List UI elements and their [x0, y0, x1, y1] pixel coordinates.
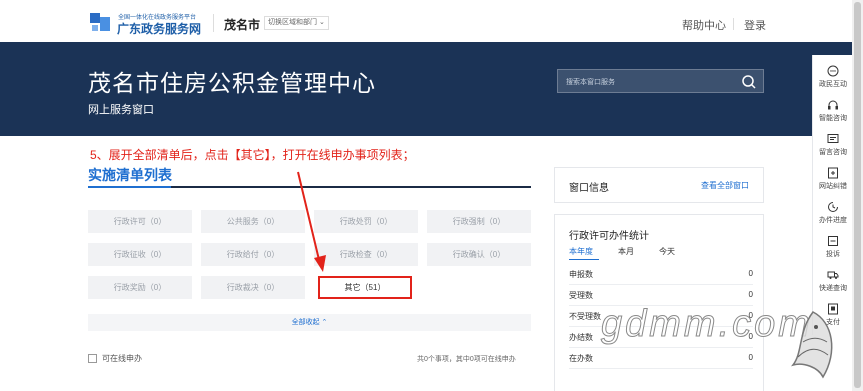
complaint-icon	[828, 236, 838, 246]
category-public-service[interactable]: 公共服务（0）	[201, 210, 305, 233]
stats-value: 0	[748, 311, 753, 320]
stats-row: 在办数 0	[569, 348, 753, 369]
truck-icon	[827, 271, 839, 279]
sidebar-item-express[interactable]: 快递查询	[813, 265, 853, 301]
switch-region-dropdown[interactable]: 切换区域和部门 ⌄	[264, 16, 329, 30]
category-other[interactable]: 其它（51）	[318, 276, 412, 299]
stats-row: 不受理数 0	[569, 306, 753, 327]
sidebar-item-progress[interactable]: 办件进度	[813, 197, 853, 233]
category-admin-enforcement[interactable]: 行政强制（0）	[427, 210, 531, 233]
message-icon	[827, 134, 839, 143]
current-city: 茂名市	[224, 18, 261, 32]
correction-icon	[828, 167, 838, 179]
search-icon[interactable]	[741, 74, 757, 90]
tab-today[interactable]: 今天	[659, 246, 675, 257]
switch-region-label: 切换区域和部门	[268, 19, 317, 26]
stats-label: 申报数	[569, 270, 593, 279]
sidebar-item-smart-consult[interactable]: 智能咨询	[813, 95, 853, 131]
stats-label: 办结数	[569, 333, 593, 342]
logo-title[interactable]: 广东政务服务网	[117, 20, 201, 37]
chat-icon	[827, 65, 839, 77]
scrollbar-thumb[interactable]	[854, 2, 861, 388]
stats-value: 0	[748, 332, 753, 341]
search-input[interactable]	[566, 75, 736, 89]
divider	[213, 14, 214, 32]
banner: 茂名市住房公积金管理中心 网上服务窗口	[0, 42, 852, 136]
sidebar-label: 政民互动	[819, 81, 847, 88]
collapse-all-button[interactable]: 全部收起 ⌃	[88, 314, 531, 331]
window-info-panel: 窗口信息 查看全部窗口	[554, 167, 764, 203]
category-admin-levy[interactable]: 行政征收（0）	[88, 243, 192, 266]
side-toolbar: 政民互动 智能咨询 留言咨询 网站纠错 办件进度 投诉 快递查询 支付	[812, 55, 852, 335]
stats-panel: 行政许可办件统计 本年度 本月 今天 申报数 0 受理数 0 不受理数 0 办结数 0 …	[554, 214, 764, 391]
category-admin-confirmation[interactable]: 行政确认（0）	[427, 243, 531, 266]
search-box	[557, 69, 764, 93]
stats-value: 0	[748, 269, 753, 278]
category-admin-reward[interactable]: 行政奖励（0）	[88, 276, 192, 299]
stats-row: 受理数 0	[569, 285, 753, 306]
category-admin-penalty[interactable]: 行政处罚（0）	[314, 210, 418, 233]
sidebar-label: 网站纠错	[819, 183, 847, 190]
stats-row: 办结数 0	[569, 327, 753, 348]
stats-value: 0	[748, 290, 753, 299]
active-tab-underline	[569, 259, 599, 260]
stats-value: 0	[748, 353, 753, 362]
progress-icon	[828, 202, 838, 212]
tab-this-month[interactable]: 本月	[618, 246, 634, 257]
sidebar-item-message[interactable]: 留言咨询	[813, 129, 853, 165]
list-title: 实施清单列表	[88, 167, 172, 183]
page-subtitle: 网上服务窗口	[88, 104, 154, 116]
online-only-filter[interactable]: 可在线申办	[88, 353, 142, 364]
category-admin-permit[interactable]: 行政许可（0）	[88, 210, 192, 233]
sidebar-label: 办件进度	[819, 217, 847, 224]
view-all-windows-link[interactable]: 查看全部窗口	[701, 180, 749, 191]
chevron-down-icon: ⌄	[318, 19, 325, 26]
pay-icon	[828, 303, 838, 315]
sidebar-item-correction[interactable]: 网站纠错	[813, 163, 853, 199]
sidebar-item-complaint[interactable]: 投诉	[813, 231, 853, 267]
headset-icon	[828, 100, 838, 110]
stats-label: 在办数	[569, 354, 593, 363]
sidebar-label: 支付	[826, 319, 840, 326]
stats-row: 申报数 0	[569, 264, 753, 285]
tab-this-year[interactable]: 本年度	[569, 246, 593, 257]
window-info-title: 窗口信息	[569, 183, 609, 194]
sidebar-item-pay[interactable]: 支付	[813, 299, 853, 335]
result-summary: 共0个事项，其中0项可在线申办	[417, 356, 516, 363]
scrollbar[interactable]	[852, 0, 863, 391]
list-title-underline	[88, 186, 531, 188]
top-bar: 全国一体化在线政务服务平台 广东政务服务网 茂名市 切换区域和部门 ⌄ 帮助中心…	[0, 0, 852, 42]
category-admin-ruling[interactable]: 行政裁决（0）	[201, 276, 305, 299]
gd-logo-icon[interactable]	[88, 11, 112, 33]
stats-title: 行政许可办件统计	[569, 231, 649, 242]
login-link[interactable]: 登录	[744, 17, 766, 33]
page-title: 茂名市住房公积金管理中心	[88, 70, 376, 96]
stats-label: 不受理数	[569, 312, 601, 321]
active-underline	[88, 186, 171, 188]
category-admin-payment[interactable]: 行政给付（0）	[201, 243, 305, 266]
instruction-annotation: 5、展开全部清单后，点击【其它】，打开在线申办事项列表；	[90, 148, 415, 162]
online-only-label: 可在线申办	[102, 354, 142, 363]
help-center-link[interactable]: 帮助中心	[682, 17, 726, 33]
sidebar-label: 投诉	[826, 251, 840, 258]
category-admin-inspection[interactable]: 行政检查（0）	[314, 243, 418, 266]
divider	[733, 18, 734, 30]
online-only-checkbox[interactable]	[88, 354, 97, 363]
sidebar-item-interaction[interactable]: 政民互动	[813, 61, 853, 97]
sidebar-label: 智能咨询	[819, 115, 847, 122]
sidebar-label: 留言咨询	[819, 149, 847, 156]
sidebar-label: 快递查询	[819, 285, 847, 292]
stats-label: 受理数	[569, 291, 593, 300]
